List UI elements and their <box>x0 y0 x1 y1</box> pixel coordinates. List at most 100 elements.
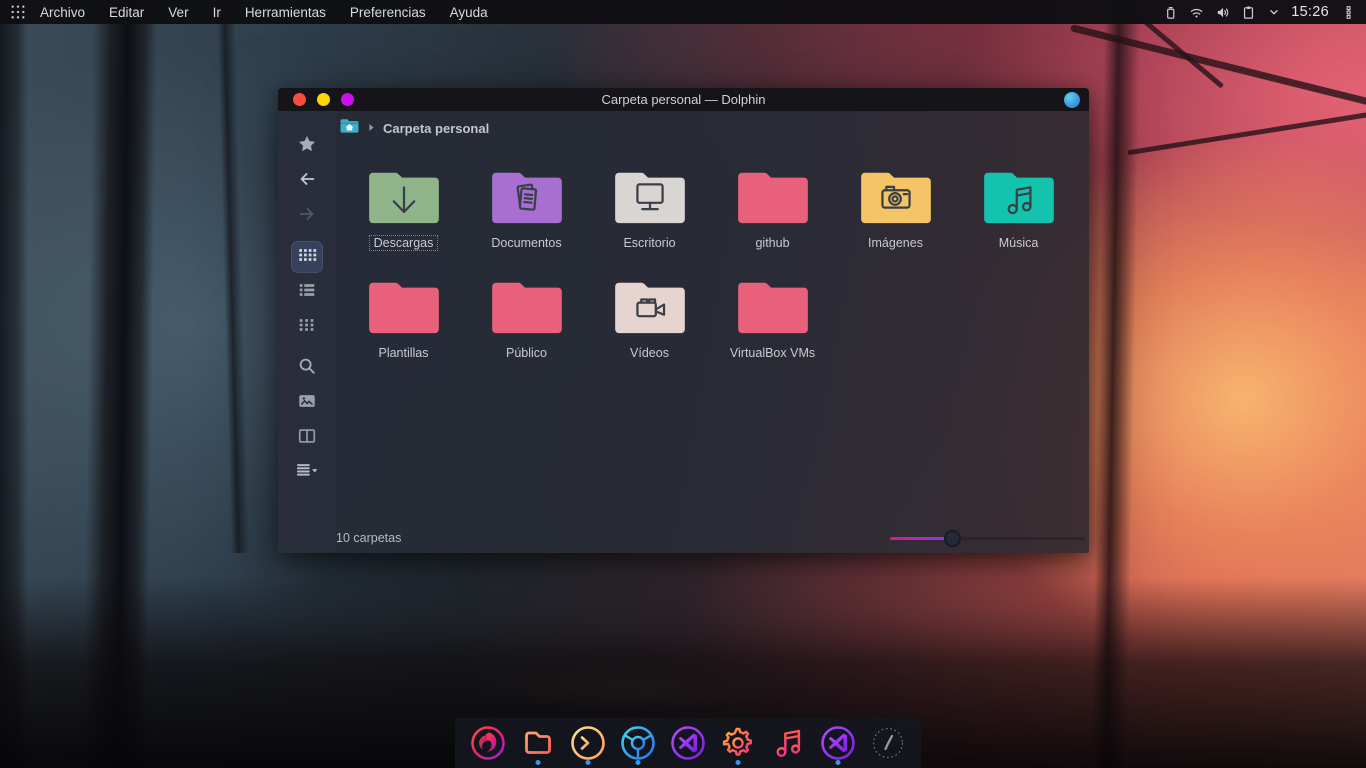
sidebar-forward-button[interactable] <box>292 201 322 231</box>
minimize-button[interactable] <box>317 93 330 106</box>
arrow-right-icon <box>297 204 317 229</box>
sidebar-details-view-button[interactable] <box>292 277 322 307</box>
close-button[interactable] <box>293 93 306 106</box>
sidebar-search-button[interactable] <box>292 353 322 383</box>
folder-icon <box>980 167 1058 232</box>
menu-herramientas[interactable]: Herramientas <box>245 5 326 20</box>
folder-icon <box>365 277 443 342</box>
folder-label: Escritorio <box>618 235 680 251</box>
window-title: Carpeta personal — Dolphin <box>278 92 1089 107</box>
running-indicator <box>636 760 641 765</box>
global-menubar: Archivo Editar Ver Ir Herramientas Preferenci… <box>0 0 1366 24</box>
sidebar-menu-button[interactable] <box>292 458 322 488</box>
dock-chrome-icon[interactable] <box>617 720 659 766</box>
sidebar-bookmarks-button[interactable] <box>292 131 322 161</box>
dock-file-manager-icon[interactable] <box>517 720 559 766</box>
folder-grid: Descargas Documentos Escritorio github Imáge… <box>335 145 1089 523</box>
clock-text[interactable]: 15:26 <box>1291 4 1329 20</box>
folder-label: Música <box>994 235 1044 251</box>
menu-ver[interactable]: Ver <box>168 5 188 20</box>
wallpaper-tree <box>217 0 249 553</box>
folder-im-genes[interactable]: Imágenes <box>834 167 957 251</box>
folder-label: Vídeos <box>625 345 674 361</box>
breadcrumb-chevron-icon <box>368 119 375 137</box>
wifi-icon[interactable] <box>1189 5 1204 20</box>
chevron-down-icon[interactable] <box>1267 5 1281 19</box>
dock-vscode-insiders-icon[interactable] <box>817 720 859 766</box>
folder-icon <box>857 167 935 232</box>
zoom-slider-track[interactable] <box>890 537 1085 540</box>
folder-virtualbox-vms[interactable]: VirtualBox VMs <box>711 277 834 361</box>
sidebar-compact-view-button[interactable] <box>292 312 322 342</box>
folder-label: VirtualBox VMs <box>725 345 820 361</box>
menu-ayuda[interactable]: Ayuda <box>450 5 488 20</box>
titlebar[interactable]: Carpeta personal — Dolphin <box>278 88 1089 111</box>
menu-editar[interactable]: Editar <box>109 5 144 20</box>
dock-clock-icon[interactable] <box>867 720 909 766</box>
icons-view-icon <box>297 245 317 270</box>
battery-icon[interactable] <box>1163 5 1178 20</box>
breadcrumb-path[interactable]: Carpeta personal <box>383 121 489 136</box>
folder-github[interactable]: github <box>711 167 834 251</box>
statusbar: 10 carpetas <box>335 523 1089 553</box>
folder-icon <box>365 167 443 232</box>
folder-label: Descargas <box>369 235 439 251</box>
sidebar-icons-view-button[interactable] <box>292 242 322 272</box>
folder-descargas[interactable]: Descargas <box>342 167 465 251</box>
status-text: 10 carpetas <box>336 531 401 545</box>
folder-icon <box>734 277 812 342</box>
toolbar-sidebar <box>278 111 335 553</box>
main-view: Carpeta personal Descargas Documentos Escr… <box>335 111 1089 553</box>
user-badge-icon[interactable] <box>1064 92 1080 108</box>
menu-preferencias[interactable]: Preferencias <box>350 5 426 20</box>
dock-music-icon[interactable] <box>767 720 809 766</box>
sidebar-split-view-button[interactable] <box>292 423 322 453</box>
folder-icon <box>488 277 566 342</box>
dock-settings-icon[interactable] <box>717 720 759 766</box>
folder-icon <box>734 167 812 232</box>
compact-view-icon <box>297 315 317 340</box>
dock-terminal-icon[interactable] <box>567 720 609 766</box>
menu-ir[interactable]: Ir <box>213 5 221 20</box>
running-indicator <box>536 760 541 765</box>
overflow-icon[interactable] <box>1341 5 1356 20</box>
running-indicator <box>836 760 841 765</box>
wallpaper-tree <box>0 0 28 768</box>
app-grid-icon[interactable] <box>10 4 26 20</box>
wallpaper-log <box>480 664 810 710</box>
folder-v-deos[interactable]: Vídeos <box>588 277 711 361</box>
home-folder-icon[interactable] <box>339 117 360 139</box>
wallpaper-branch <box>1070 24 1366 111</box>
folder-label: Documentos <box>486 235 566 251</box>
folder-plantillas[interactable]: Plantillas <box>342 277 465 361</box>
sidebar-back-button[interactable] <box>292 166 322 196</box>
zoom-slider[interactable] <box>890 529 1085 547</box>
star-icon <box>297 134 317 159</box>
zoom-slider-knob[interactable] <box>944 530 961 547</box>
folder-escritorio[interactable]: Escritorio <box>588 167 711 251</box>
menu-icon <box>295 461 319 486</box>
wallpaper-branch <box>1127 110 1366 156</box>
running-indicator <box>586 760 591 765</box>
wallpaper-tree <box>1091 0 1140 768</box>
folder-m-sica[interactable]: Música <box>957 167 1080 251</box>
window-controls <box>293 93 354 106</box>
breadcrumb[interactable]: Carpeta personal <box>335 111 1089 145</box>
window-body: Carpeta personal Descargas Documentos Escr… <box>278 111 1089 553</box>
dock-vscode-icon[interactable] <box>667 720 709 766</box>
details-view-icon <box>297 280 317 305</box>
folder-p-blico[interactable]: Público <box>465 277 588 361</box>
menu-archivo[interactable]: Archivo <box>40 5 85 20</box>
dock-firefox-icon[interactable] <box>467 720 509 766</box>
folder-label: Imágenes <box>863 235 928 251</box>
sidebar-preview-button[interactable] <box>292 388 322 418</box>
folder-label: Público <box>501 345 552 361</box>
volume-icon[interactable] <box>1215 5 1230 20</box>
search-icon <box>297 356 317 381</box>
dock <box>455 718 921 768</box>
split-view-icon <box>297 426 317 451</box>
folder-documentos[interactable]: Documentos <box>465 167 588 251</box>
maximize-button[interactable] <box>341 93 354 106</box>
running-indicator <box>736 760 741 765</box>
clipboard-icon[interactable] <box>1241 5 1256 20</box>
